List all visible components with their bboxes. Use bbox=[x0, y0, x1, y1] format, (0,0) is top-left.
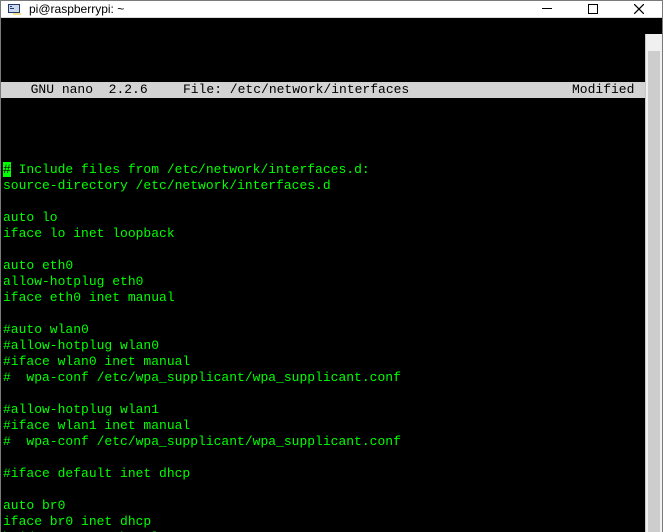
file-line: #allow-hotplug wlan1 bbox=[1, 402, 662, 418]
cursor: # bbox=[3, 162, 11, 177]
file-line bbox=[1, 386, 662, 402]
nano-file-label: File: /etc/network/interfaces bbox=[183, 82, 572, 98]
file-line: # wpa-conf /etc/wpa_supplicant/wpa_suppl… bbox=[1, 434, 662, 450]
nano-app-name: GNU nano bbox=[31, 82, 93, 97]
file-line bbox=[1, 482, 662, 498]
file-line bbox=[1, 450, 662, 466]
file-line bbox=[1, 194, 662, 210]
maximize-icon bbox=[588, 4, 598, 14]
putty-icon bbox=[7, 1, 23, 17]
file-line: # Include files from /etc/network/interf… bbox=[1, 162, 662, 178]
file-line: allow-hotplug eth0 bbox=[1, 274, 662, 290]
app-window: pi@raspberrypi: ~ GNU nano 2.2.6 File: /… bbox=[0, 0, 663, 532]
minimize-button[interactable] bbox=[524, 1, 570, 17]
terminal[interactable]: GNU nano 2.2.6 File: /etc/network/interf… bbox=[1, 18, 662, 532]
maximize-button[interactable] bbox=[570, 1, 616, 17]
file-line: auto eth0 bbox=[1, 258, 662, 274]
window-title: pi@raspberrypi: ~ bbox=[29, 2, 524, 16]
file-line: iface br0 inet dhcp bbox=[1, 514, 662, 530]
file-line: auto br0 bbox=[1, 498, 662, 514]
file-content: # Include files from /etc/network/interf… bbox=[1, 162, 662, 532]
minimize-icon bbox=[542, 4, 552, 14]
file-line bbox=[1, 306, 662, 322]
nano-version: 2.2.6 bbox=[109, 82, 148, 97]
titlebar[interactable]: pi@raspberrypi: ~ bbox=[1, 1, 662, 18]
window-controls bbox=[524, 1, 662, 17]
file-line: #allow-hotplug wlan0 bbox=[1, 338, 662, 354]
file-line: iface lo inet loopback bbox=[1, 226, 662, 242]
file-line: #iface wlan0 inet manual bbox=[1, 354, 662, 370]
file-line: #iface default inet dhcp bbox=[1, 466, 662, 482]
file-line: #auto wlan0 bbox=[1, 322, 662, 338]
file-line: #iface wlan1 inet manual bbox=[1, 418, 662, 434]
file-line: auto lo bbox=[1, 210, 662, 226]
nano-header: GNU nano 2.2.6 File: /etc/network/interf… bbox=[1, 82, 662, 98]
file-line: source-directory /etc/network/interfaces… bbox=[1, 178, 662, 194]
file-line: iface eth0 inet manual bbox=[1, 290, 662, 306]
scroll-thumb[interactable] bbox=[648, 51, 660, 532]
scrollbar[interactable] bbox=[645, 34, 662, 532]
file-line: # wpa-conf /etc/wpa_supplicant/wpa_suppl… bbox=[1, 370, 662, 386]
close-button[interactable] bbox=[616, 1, 662, 17]
file-line bbox=[1, 242, 662, 258]
close-icon bbox=[634, 4, 644, 14]
